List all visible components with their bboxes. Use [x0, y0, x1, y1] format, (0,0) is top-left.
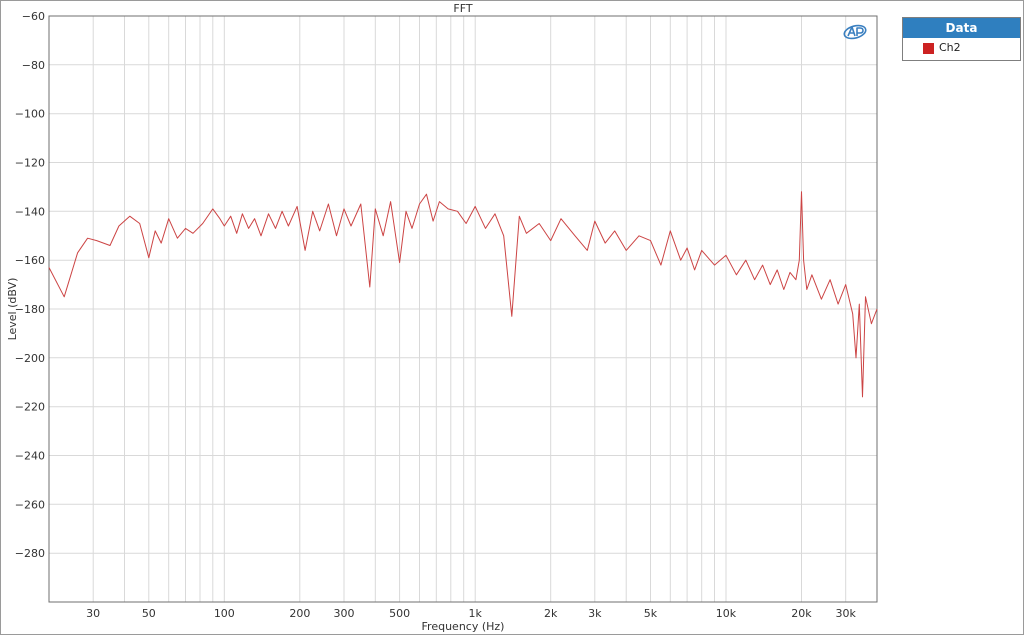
y-axis-label: Level (dBV)	[6, 278, 19, 341]
y-tick-label: −280	[15, 547, 45, 560]
x-tick-label: 30	[86, 607, 100, 620]
x-tick-label: 10k	[716, 607, 737, 620]
y-tick-label: −140	[15, 205, 45, 218]
y-tick-label: −160	[15, 254, 45, 267]
y-tick-label: −260	[15, 498, 45, 511]
y-tick-label: −200	[15, 352, 45, 365]
x-tick-label: 100	[214, 607, 235, 620]
x-tick-label: 1k	[468, 607, 482, 620]
legend-title: Data	[903, 18, 1020, 38]
x-tick-label: 20k	[791, 607, 812, 620]
legend-label: Ch2	[939, 41, 961, 54]
legend-swatch	[923, 43, 934, 54]
y-tick-label: −220	[15, 401, 45, 414]
y-tick-label: −100	[15, 108, 45, 121]
x-tick-label: 300	[333, 607, 354, 620]
x-tick-label: 200	[289, 607, 310, 620]
fft-chart: −60 −80 −100 −120 −140 −160 −180 −200 −220 −240 −2…	[6, 2, 878, 633]
x-tick-label: 5k	[644, 607, 658, 620]
x-axis-label: Frequency (Hz)	[422, 620, 505, 633]
x-tick-label: 50	[142, 607, 156, 620]
x-tick-label: 30k	[835, 607, 856, 620]
ap-logo-icon	[843, 24, 867, 40]
y-tick-label: −80	[22, 59, 45, 72]
x-tick-label: 2k	[544, 607, 558, 620]
chart-title: FFT	[453, 2, 472, 15]
chart-frame: −60 −80 −100 −120 −140 −160 −180 −200 −220 −240 −2…	[0, 0, 1024, 635]
y-tick-label: −240	[15, 450, 45, 463]
y-tick-label: −120	[15, 157, 45, 170]
legend-item-ch2[interactable]: Ch2	[903, 38, 1020, 59]
x-tick-label: 500	[389, 607, 410, 620]
y-tick-label: −60	[22, 10, 45, 23]
legend: Data Ch2	[902, 17, 1021, 61]
x-tick-label: 3k	[588, 607, 602, 620]
y-tick-label: −180	[15, 303, 45, 316]
